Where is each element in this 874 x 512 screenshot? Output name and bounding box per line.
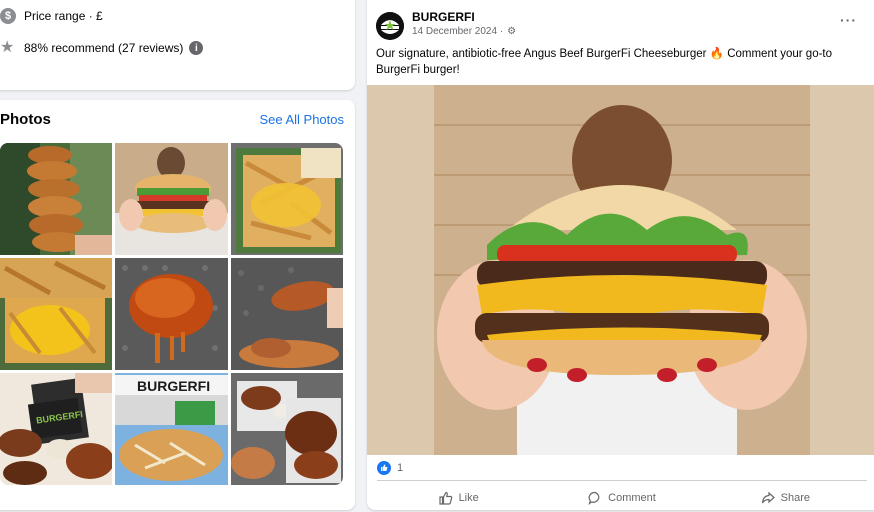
post-text: Our signature, antibiotic-free Angus Bee… [376, 48, 833, 76]
post-date-text: 14 December 2024 · [412, 26, 504, 37]
post-photo-burger[interactable] [367, 85, 874, 455]
comment-bubble-icon [588, 491, 600, 505]
like-label: Like [458, 492, 479, 504]
price-range-row: $ Price range · £ [0, 8, 103, 24]
comment-label: Comment [608, 492, 656, 504]
storefront-sign: BURGERFI [137, 378, 210, 394]
share-button[interactable]: Share [704, 484, 867, 512]
more-options-button[interactable]: ··· [840, 12, 857, 28]
dollar-icon: $ [0, 8, 16, 24]
see-all-photos-link[interactable]: See All Photos [259, 112, 344, 127]
recommend-text: 88% recommend (27 reviews) [24, 41, 184, 55]
burgerfi-storefront-fries-photo[interactable]: BURGERFI [115, 373, 228, 485]
comment-button[interactable]: Comment [540, 484, 703, 512]
post-card: BURGERFI 14 December 2024 · ⚙ ··· Our si… [367, 0, 874, 510]
recommend-row: ★ 88% recommend (27 reviews) i [0, 39, 204, 56]
photos-title: Photos [0, 111, 51, 128]
share-label: Share [780, 492, 810, 504]
info-icon[interactable]: i [189, 41, 204, 55]
cheese-fries-tray-photo[interactable] [231, 143, 343, 255]
cheeseburger-held-photo[interactable] [115, 143, 228, 255]
page-name[interactable]: BURGERFI [412, 10, 475, 24]
thumbs-up-icon [438, 491, 452, 505]
page-info-card: $ Price range · £ ★ 88% recommend (27 re… [0, 0, 355, 90]
reaction-count: 1 [397, 462, 404, 474]
star-icon: ★ [0, 39, 15, 56]
post-actions-bar: Like Comment Share [377, 484, 867, 512]
chicken-tenders-photo[interactable] [231, 258, 343, 370]
privacy-gear-icon: ⚙ [507, 26, 517, 37]
wings-baskets-photo[interactable] [231, 373, 343, 485]
onion-rings-tower-photo[interactable] [0, 143, 112, 255]
like-reaction-icon [377, 461, 391, 475]
glazed-chicken-drip-photo[interactable] [115, 258, 228, 370]
cheese-fries-closeup-photo[interactable] [0, 258, 112, 370]
photo-grid: BURGERFI BURGERFI [0, 143, 343, 485]
actions-divider [377, 480, 867, 481]
gift-card-wings-photo[interactable]: BURGERFI [0, 373, 112, 485]
price-range-text: Price range · £ [24, 9, 103, 23]
reaction-summary[interactable]: 1 [377, 461, 403, 475]
post-date[interactable]: 14 December 2024 · ⚙ [412, 26, 516, 37]
like-button[interactable]: Like [377, 484, 540, 512]
photos-card: Photos See All Photos BURGERFI BURGERFI [0, 100, 355, 510]
share-arrow-icon [761, 491, 775, 504]
page-avatar[interactable] [376, 12, 404, 40]
